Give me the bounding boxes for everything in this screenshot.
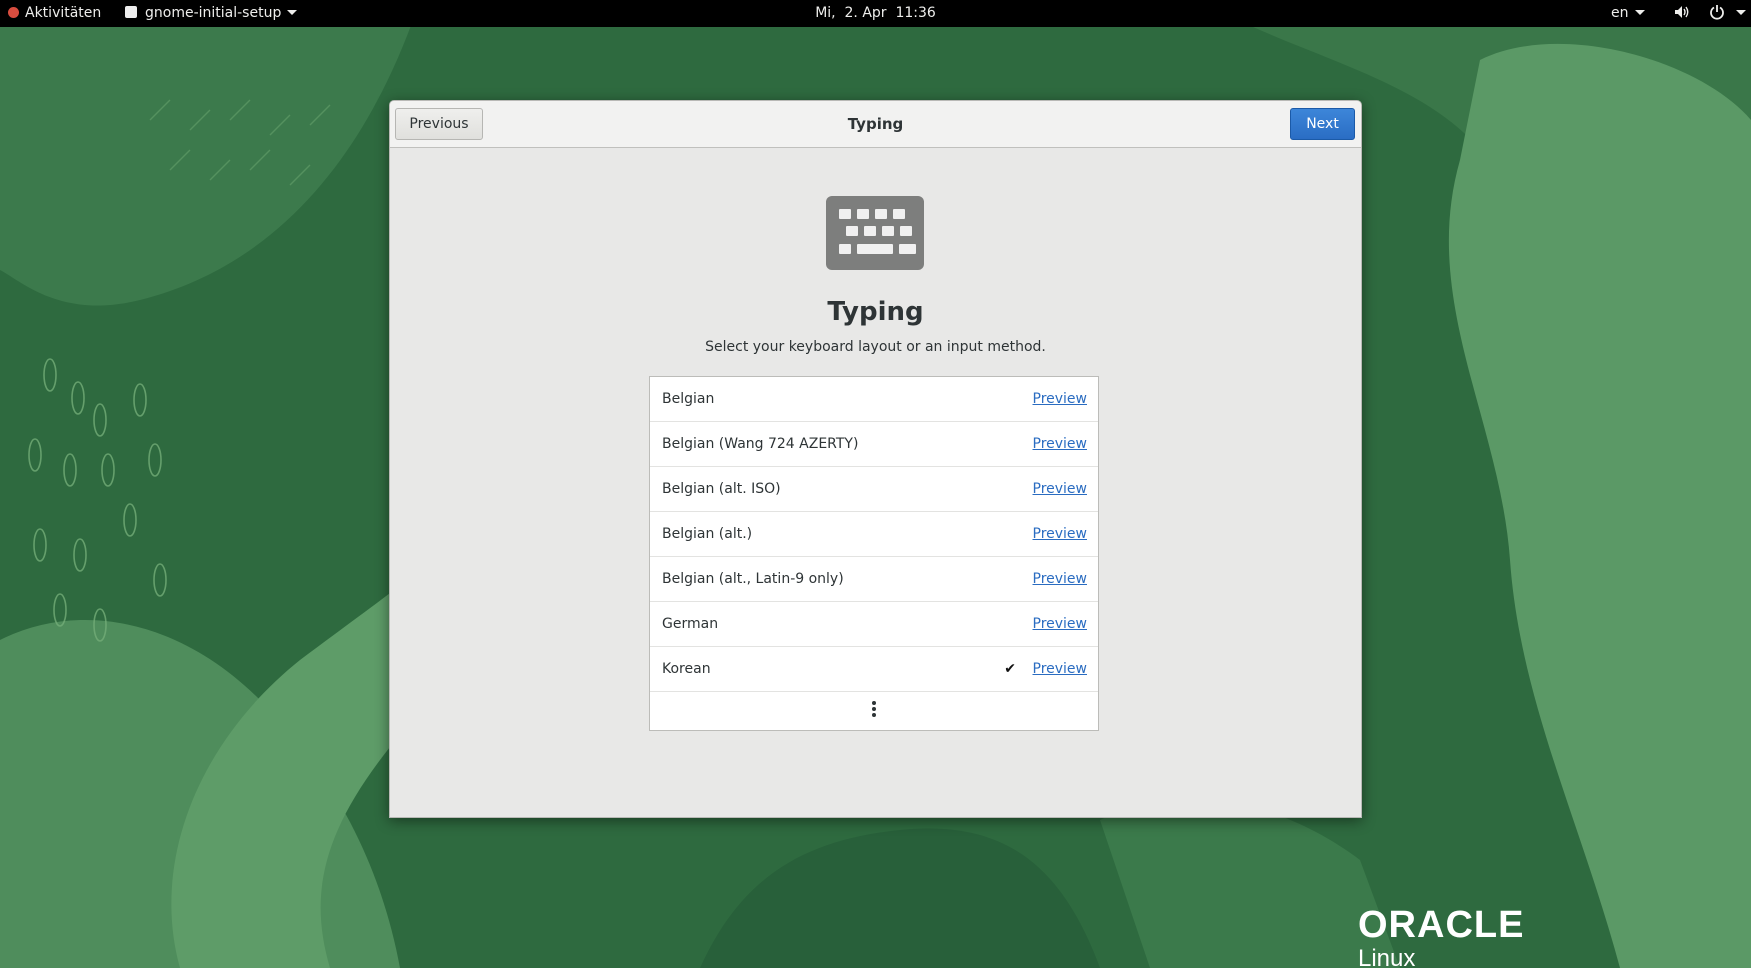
distro-logo-icon [8,7,19,18]
layout-name: Korean [662,661,711,677]
keyboard-icon [826,196,924,270]
layout-name: Belgian (alt., Latin-9 only) [662,571,844,587]
preview-link[interactable]: Preview [1033,467,1088,511]
dropdown-arrow-icon [1735,10,1746,15]
layout-name: Belgian (Wang 724 AZERTY) [662,436,859,452]
view-more-icon [650,700,1098,722]
oracle-linux-logo: ORACLE Linux [1358,904,1524,968]
layout-name: Belgian [662,391,715,407]
clock-button[interactable]: Mi, 2. Apr 11:36 [815,5,936,21]
layout-row[interactable]: Belgian Preview [650,377,1098,422]
header-bar: Previous Typing Next [390,101,1361,148]
next-button[interactable]: Next [1290,108,1355,140]
linux-wordmark: Linux [1358,945,1415,968]
volume-icon [1675,6,1689,18]
preview-link[interactable]: Preview [1033,377,1088,421]
preview-link[interactable]: Preview [1033,647,1088,691]
layout-row[interactable]: Korean ✔ Preview [650,647,1098,692]
more-layouts-row[interactable] [650,692,1098,732]
initial-setup-window: Previous Typing Next Typing Select your … [389,100,1362,818]
page-description: Select your keyboard layout or an input … [705,339,1046,355]
preview-link[interactable]: Preview [1033,602,1088,646]
checkmark-icon: ✔ [1004,661,1016,677]
preview-link[interactable]: Preview [1033,422,1088,466]
power-icon [1710,5,1725,20]
dropdown-arrow-icon [1634,10,1645,15]
oracle-wordmark: ORACLE [1358,904,1524,946]
system-status-menu[interactable] [1673,0,1746,27]
layout-name: Belgian (alt.) [662,526,753,542]
layout-row[interactable]: Belgian (alt.) Preview [650,512,1098,557]
layout-name: Belgian (alt. ISO) [662,481,781,497]
preview-link[interactable]: Preview [1033,557,1088,601]
layout-row[interactable]: Belgian (Wang 724 AZERTY) Preview [650,422,1098,467]
activities-button[interactable]: Aktivitäten [8,0,101,27]
layout-row[interactable]: Belgian (alt. ISO) Preview [650,467,1098,512]
page-heading: Typing [827,297,924,327]
layout-row[interactable]: Belgian (alt., Latin-9 only) Preview [650,557,1098,602]
layout-row[interactable]: German Preview [650,602,1098,647]
app-menu[interactable]: gnome-initial-setup [125,0,298,27]
dropdown-arrow-icon [287,10,298,15]
top-bar: Aktivitäten gnome-initial-setup Mi, 2. A… [0,0,1751,27]
app-menu-label: gnome-initial-setup [145,5,282,21]
preview-link[interactable]: Preview [1033,512,1088,556]
window-title: Typing [847,115,904,133]
layout-name: German [662,616,719,632]
keyboard-layout-list: Belgian Preview Belgian (Wang 724 AZERTY) P… [649,376,1099,731]
input-source-menu[interactable]: en [1611,0,1645,27]
application-icon [125,6,137,18]
input-source-label: en [1611,5,1629,21]
activities-label: Aktivitäten [25,5,102,21]
